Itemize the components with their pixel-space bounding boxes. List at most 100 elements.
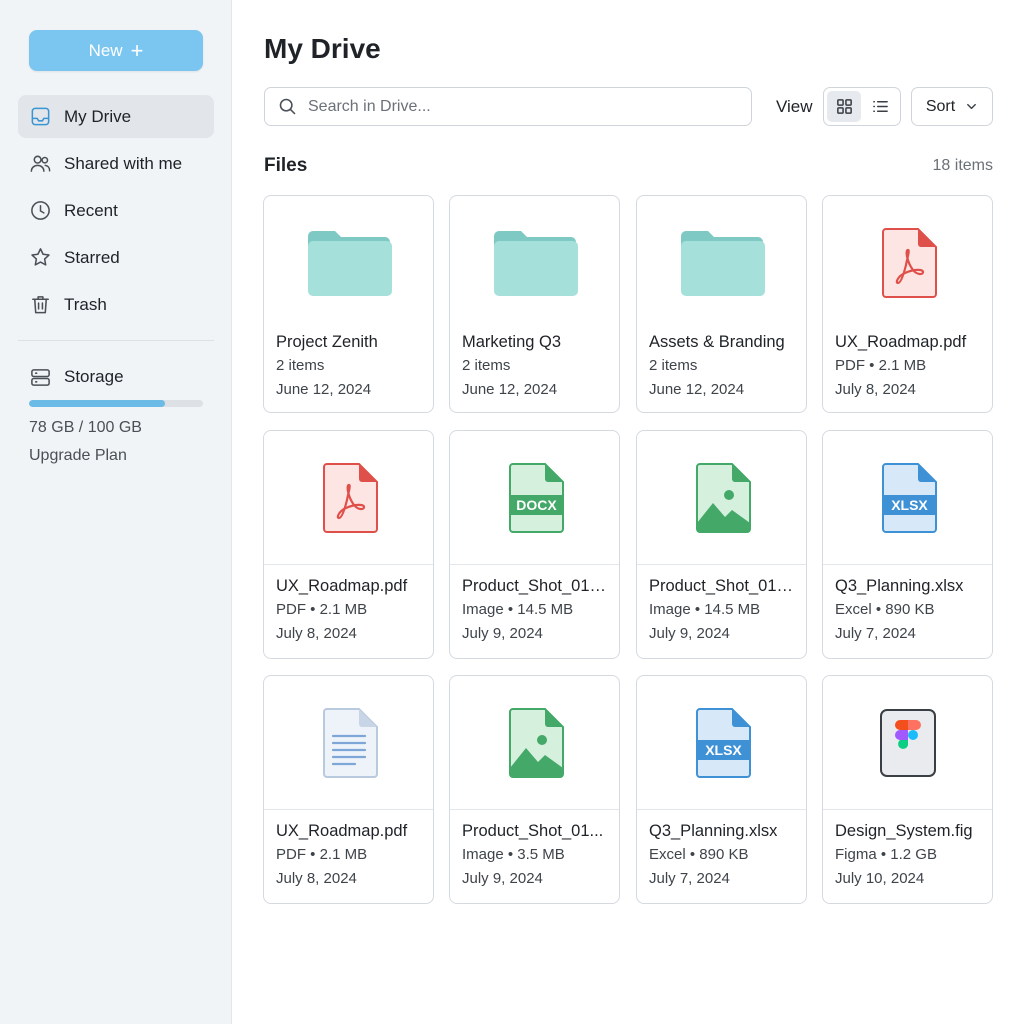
- file-details: Image • 3.5 MB: [462, 846, 565, 863]
- thumbnail: [823, 676, 992, 810]
- thumbnail: [637, 431, 806, 565]
- file-date: July 8, 2024: [276, 625, 357, 642]
- new-button[interactable]: New +: [29, 30, 203, 71]
- thumbnail: [823, 196, 992, 330]
- file-details: PDF • 2.1 MB: [835, 357, 927, 374]
- file-name: Product_Shot_01....: [649, 577, 794, 595]
- file-card[interactable]: XLSX Q3_Planning.xlsx Excel • 890 KB Jul…: [822, 430, 993, 659]
- file-name: Product_Shot_01.jpg: [462, 577, 607, 595]
- file-date: July 7, 2024: [649, 870, 730, 887]
- file-meta: UX_Roadmap.pdf PDF • 2.1 MB July 8, 2024: [264, 810, 433, 891]
- file-name: UX_Roadmap.pdf: [276, 822, 408, 840]
- pdf-file-icon: [881, 228, 937, 298]
- file-date: July 9, 2024: [649, 625, 730, 642]
- docx-file-icon: DOCX: [508, 462, 564, 533]
- storage-label: Storage: [64, 367, 124, 386]
- upgrade-plan-link[interactable]: Upgrade Plan: [29, 447, 127, 465]
- thumbnail: [264, 196, 433, 330]
- file-card[interactable]: Project Zenith 2 items June 12, 2024: [263, 195, 434, 413]
- trash-icon: [32, 296, 49, 314]
- file-name: Design_System.fig: [835, 822, 973, 840]
- file-date: June 12, 2024: [462, 381, 558, 398]
- thumbnail: DOCX: [450, 431, 619, 565]
- pdf-file-icon: [322, 462, 378, 533]
- sidebar-item-label: Trash: [64, 294, 107, 314]
- file-meta: UX_Roadmap.pdf PDF • 2.1 MB July 8, 2024: [823, 330, 992, 402]
- file-details: Image • 14.5 MB: [649, 601, 761, 618]
- page-title: My Drive: [264, 33, 381, 64]
- sidebar-item-recent[interactable]: Recent: [18, 189, 214, 232]
- file-name: Product_Shot_01...: [462, 822, 604, 840]
- file-card[interactable]: UX_Roadmap.pdf PDF • 2.1 MB July 8, 2024: [263, 430, 434, 659]
- thumbnail: XLSX: [637, 676, 806, 810]
- sort-button[interactable]: Sort: [911, 87, 993, 126]
- file-card[interactable]: XLSX Q3_Planning.xlsx Excel • 890 KB Jul…: [636, 675, 807, 904]
- sidebar-item-label: Recent: [64, 200, 118, 220]
- image-file-icon: [695, 462, 751, 533]
- storage-header: Storage: [29, 364, 203, 390]
- sidebar-item-label: Shared with me: [64, 153, 183, 173]
- file-card[interactable]: UX_Roadmap.pdf PDF • 2.1 MB July 8, 2024: [263, 675, 434, 904]
- storage-icon: [31, 368, 50, 386]
- list-icon: [872, 101, 888, 112]
- file-name: Q3_Planning.xlsx: [649, 822, 778, 840]
- file-card[interactable]: Product_Shot_01.... Image • 14.5 MB July…: [636, 430, 807, 659]
- file-meta: Q3_Planning.xlsx Excel • 890 KB July 7, …: [823, 565, 992, 646]
- thumbnail: XLSX: [823, 431, 992, 565]
- plus-icon: +: [130, 37, 144, 63]
- item-count: 18 items: [932, 157, 993, 174]
- sidebar-item-trash[interactable]: Trash: [18, 283, 214, 326]
- new-button-label: New: [88, 40, 123, 60]
- grid-icon: [836, 99, 852, 114]
- file-date: July 9, 2024: [462, 625, 543, 642]
- chevron-down-icon: [967, 103, 977, 110]
- grid-view-button[interactable]: [827, 91, 861, 122]
- file-name: UX_Roadmap.pdf: [276, 577, 408, 595]
- xlsx-badge: XLSX: [705, 742, 742, 758]
- thumbnail: [637, 196, 806, 330]
- file-name: Q3_Planning.xlsx: [835, 577, 964, 595]
- sidebar-item-shared[interactable]: Shared with me: [18, 142, 214, 185]
- file-details: Excel • 890 KB: [649, 846, 749, 863]
- sidebar-item-starred[interactable]: Starred: [18, 236, 214, 279]
- file-details: 2 items: [276, 357, 325, 374]
- file-details: Image • 14.5 MB: [462, 601, 574, 618]
- file-date: July 8, 2024: [835, 381, 916, 398]
- file-meta: UX_Roadmap.pdf PDF • 2.1 MB July 8, 2024: [264, 565, 433, 646]
- sidebar-item-my-drive[interactable]: My Drive: [18, 95, 214, 138]
- file-card[interactable]: Product_Shot_01... Image • 3.5 MB July 9…: [449, 675, 620, 904]
- file-card[interactable]: DOCX Product_Shot_01.jpg Image • 14.5 MB…: [449, 430, 620, 659]
- file-meta: Product_Shot_01... Image • 3.5 MB July 9…: [450, 810, 619, 891]
- clock-icon: [31, 201, 50, 220]
- file-details: 2 items: [649, 357, 698, 374]
- file-meta: Project Zenith 2 items June 12, 2024: [264, 330, 433, 402]
- thumbnail: [264, 676, 433, 810]
- file-card[interactable]: Marketing Q3 2 items June 12, 2024: [449, 195, 620, 413]
- file-details: PDF • 2.1 MB: [276, 601, 368, 618]
- docx-badge: DOCX: [516, 497, 557, 513]
- search-box[interactable]: [264, 87, 752, 126]
- sidebar-item-label: Starred: [64, 247, 120, 267]
- file-card[interactable]: Design_System.fig Figma • 1.2 GB July 10…: [822, 675, 993, 904]
- file-card[interactable]: UX_Roadmap.pdf PDF • 2.1 MB July 8, 2024: [822, 195, 993, 413]
- view-toggle: [823, 87, 901, 126]
- file-date: July 8, 2024: [276, 870, 357, 887]
- view-label: View: [776, 97, 813, 116]
- file-date: June 12, 2024: [649, 381, 745, 398]
- file-details: Figma • 1.2 GB: [835, 846, 937, 863]
- xlsx-file-icon: XLSX: [695, 707, 751, 778]
- sidebar-nav: My Drive Shared with me Recent Starred T…: [18, 95, 214, 330]
- storage-usage-text: 78 GB / 100 GB: [29, 419, 142, 436]
- file-meta: Assets & Branding 2 items June 12, 2024: [637, 330, 806, 402]
- search-input[interactable]: [308, 97, 728, 116]
- section-title: Files: [264, 155, 308, 176]
- file-meta: Product_Shot_01.... Image • 14.5 MB July…: [637, 565, 806, 646]
- file-name: Assets & Branding: [649, 333, 785, 351]
- file-name: Marketing Q3: [462, 333, 562, 351]
- folder-icon: [307, 231, 392, 296]
- file-meta: Product_Shot_01.jpg Image • 14.5 MB July…: [450, 565, 619, 646]
- list-view-button[interactable]: [863, 91, 897, 122]
- sidebar-divider: [18, 340, 214, 341]
- file-card[interactable]: Assets & Branding 2 items June 12, 2024: [636, 195, 807, 413]
- file-details: 2 items: [462, 357, 511, 374]
